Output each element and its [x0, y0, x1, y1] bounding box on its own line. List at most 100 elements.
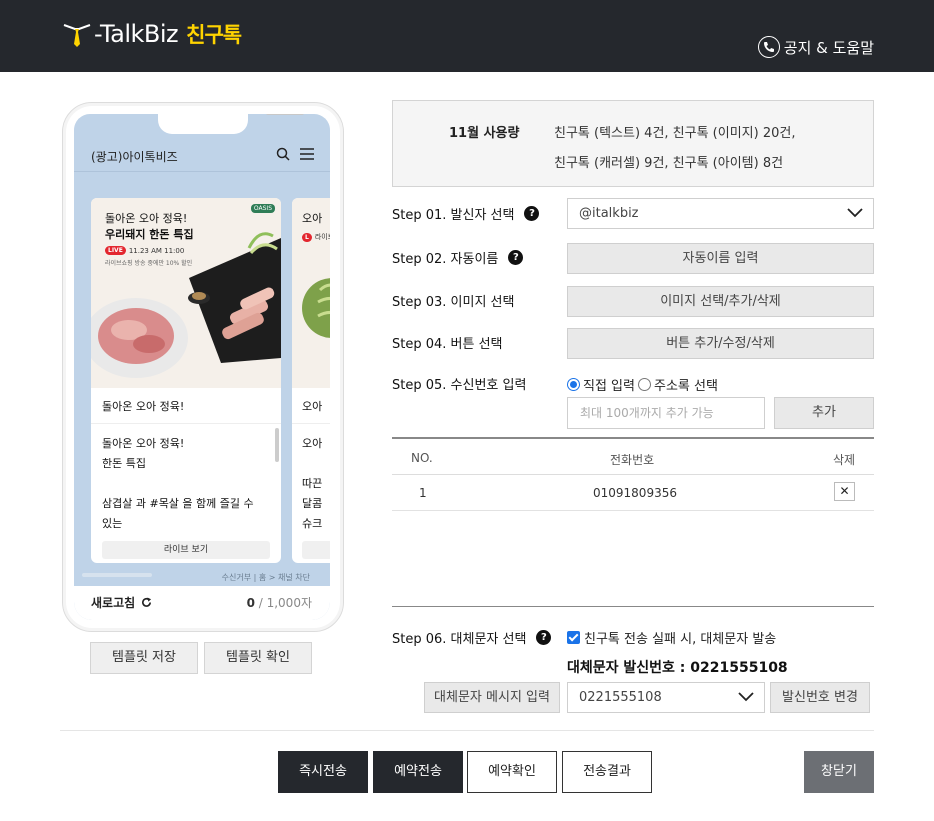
sender-select-value: @italkbiz [579, 206, 639, 221]
card-scrollbar[interactable] [275, 428, 279, 462]
card-body-line: 있는 [102, 517, 123, 530]
refresh-label: 새로고침 [91, 596, 136, 610]
help-question-icon[interactable]: ? [508, 250, 524, 265]
logo-text: -TalkBiz [94, 20, 179, 48]
card-body: 돌아온 오아 정육! 한돈 특집 삼겹살 과 #목살 을 함께 즐길 수 있는 [102, 434, 272, 534]
logo-sub: 친구톡 [186, 23, 242, 47]
live-view-button[interactable]: 라이브 보기 [102, 541, 270, 559]
chevron-down-icon [738, 692, 754, 702]
card-body: 오아 따끈 달콤 슈크 [302, 434, 330, 534]
step-label: Step 06. 대체문자 선택 [392, 632, 527, 647]
logo-tie-icon [62, 19, 92, 49]
button-edit-button[interactable]: 버튼 추가/수정/삭제 [567, 328, 874, 359]
help-label: 공지 & 도움말 [783, 38, 874, 57]
template-save-button[interactable]: 템플릿 저장 [90, 642, 198, 674]
col-header-delete: 삭제 [833, 453, 856, 467]
radio-direct-input[interactable] [567, 378, 580, 391]
fallback-checkbox-label[interactable]: 친구톡 전송 실패 시, 대체문자 발송 [584, 628, 776, 647]
radio-address-book[interactable] [637, 378, 651, 391]
table-bottom-border [392, 606, 874, 607]
usage-box: 11월 사용량 친구톡 (텍스트) 4건, 친구톡 (이미지) 20건, 친구톡… [392, 100, 874, 187]
refresh-icon [139, 596, 152, 610]
recipient-radio-group: 직접 입력 주소록 선택 [567, 375, 718, 394]
step-2-label: Step 02. 자동이름 ? [392, 248, 524, 267]
card-title: 오아 [302, 400, 323, 413]
step-label: Step 03. 이미지 선택 [392, 295, 515, 310]
send-now-button[interactable]: 즉시전송 [278, 751, 368, 793]
bottom-divider [60, 730, 874, 731]
card-body-line: 돌아온 오아 정육! [102, 437, 185, 450]
char-limit: / 1,000자 [254, 596, 312, 610]
send-result-button[interactable]: 전송결과 [562, 751, 652, 793]
card-body-line: 슈크 [302, 517, 323, 530]
fallback-checkbox[interactable] [567, 631, 580, 644]
app-header: -TalkBiz 친구톡 공지 & 도움말 [0, 0, 934, 72]
change-sender-number-button[interactable]: 발신번호 변경 [770, 682, 870, 713]
refresh-button[interactable]: 새로고침 [91, 594, 152, 611]
usage-label: 11월 사용량 [449, 126, 520, 141]
card-button[interactable] [302, 541, 330, 559]
radio-direct-label[interactable]: 직접 입력 [583, 375, 635, 394]
help-question-icon[interactable]: ? [524, 206, 540, 221]
usage-line-1: 친구톡 (텍스트) 4건, 친구톡 (이미지) 20건, [554, 126, 796, 141]
live-badge: LIVE [105, 246, 126, 255]
image-headline-1: 돌아온 오아 정육! [105, 212, 188, 225]
logo[interactable]: -TalkBiz 친구톡 [62, 14, 242, 54]
live-info: LIVE 11.23 AM 11:00 [105, 246, 184, 255]
delete-row-button[interactable]: ✕ [834, 482, 855, 501]
fallback-option[interactable]: 친구톡 전송 실패 시, 대체문자 발송 [567, 628, 776, 647]
table-header-divider [392, 474, 874, 475]
reserve-send-button[interactable]: 예약전송 [373, 751, 463, 793]
card-body-line: 한돈 특집 [102, 457, 146, 470]
image-sub: 라이브쇼핑 방송 중에만 10% 할인 [105, 260, 193, 267]
phone-footer: 새로고침 0 / 1,000자 [74, 586, 330, 620]
step-label: Step 01. 발신자 선택 [392, 208, 515, 223]
fallback-sender-number: 대체문자 발신번호 : 0221555108 [567, 660, 788, 676]
step-label: Step 05. 수신번호 입력 [392, 378, 527, 393]
card-body-line: 삼겹살 과 #목살 을 함께 즐길 수 [102, 497, 254, 510]
brand-tag: OASIS [250, 204, 275, 213]
template-check-button[interactable]: 템플릿 확인 [204, 642, 312, 674]
card-title: 돌아온 오아 정육! [102, 400, 185, 413]
usage-line-2: 친구톡 (캐러셀) 9건, 친구톡 (아이템) 8건 [554, 156, 784, 171]
sender-select[interactable]: @italkbiz [567, 198, 874, 229]
close-window-button[interactable]: 창닫기 [804, 751, 874, 793]
radio-address-label[interactable]: 주소록 선택 [654, 375, 718, 394]
card-image: OASIS 돌아온 오아 정육! 우리돼지 한돈 특집 LIVE 11.23 AM… [91, 198, 281, 388]
carousel-scrollbar[interactable] [82, 573, 152, 577]
step-6-label: Step 06. 대체문자 선택 ? [392, 628, 552, 647]
char-count: 0 [246, 596, 255, 610]
auto-name-button[interactable]: 자동이름 입력 [567, 243, 874, 274]
search-icon [276, 147, 290, 165]
col-header-no: NO. [411, 451, 433, 465]
recipient-input[interactable]: 최대 100개까지 추가 가능 [567, 397, 765, 429]
fallback-number-value: 0221555108 [579, 690, 662, 705]
add-recipient-button[interactable]: 추가 [774, 397, 874, 429]
fallback-number-select[interactable]: 0221555108 [567, 682, 765, 713]
phone-icon [757, 36, 780, 58]
step-3-label: Step 03. 이미지 선택 [392, 291, 514, 310]
step-label: Step 04. 버튼 선택 [392, 337, 503, 352]
row-phone: 01091809356 [593, 486, 677, 500]
card-divider [91, 423, 281, 424]
menu-icon [300, 147, 314, 165]
help-link[interactable]: 공지 & 도움말 [757, 36, 874, 58]
chat-title: (광고)아이톡비즈 [91, 150, 178, 164]
step-4-label: Step 04. 버튼 선택 [392, 333, 503, 352]
reject-text[interactable]: 수신거부 | 홈 > 채널 차단 [222, 572, 310, 583]
card-body-line: 따끈 [302, 477, 323, 490]
help-question-icon[interactable]: ? [536, 630, 552, 645]
image-headline-2: 우리돼지 한돈 특집 [105, 228, 194, 241]
table-row-divider [392, 510, 874, 511]
image-select-button[interactable]: 이미지 선택/추가/삭제 [567, 286, 874, 317]
card-image: 오아 L라이브 [292, 198, 330, 388]
carousel-card: OASIS 돌아온 오아 정육! 우리돼지 한돈 특집 LIVE 11.23 AM… [91, 198, 281, 563]
fallback-message-button[interactable]: 대체문자 메시지 입력 [424, 682, 560, 713]
phone-notch [158, 114, 304, 134]
step-5-label: Step 05. 수신번호 입력 [392, 374, 526, 393]
step-1-label: Step 01. 발신자 선택 ? [392, 204, 540, 223]
reserve-check-button[interactable]: 예약확인 [467, 751, 557, 793]
card-body-line: 오아 [302, 437, 323, 450]
chat-header: (광고)아이톡비즈 [74, 144, 330, 172]
live-time: 11.23 AM 11:00 [128, 246, 185, 255]
